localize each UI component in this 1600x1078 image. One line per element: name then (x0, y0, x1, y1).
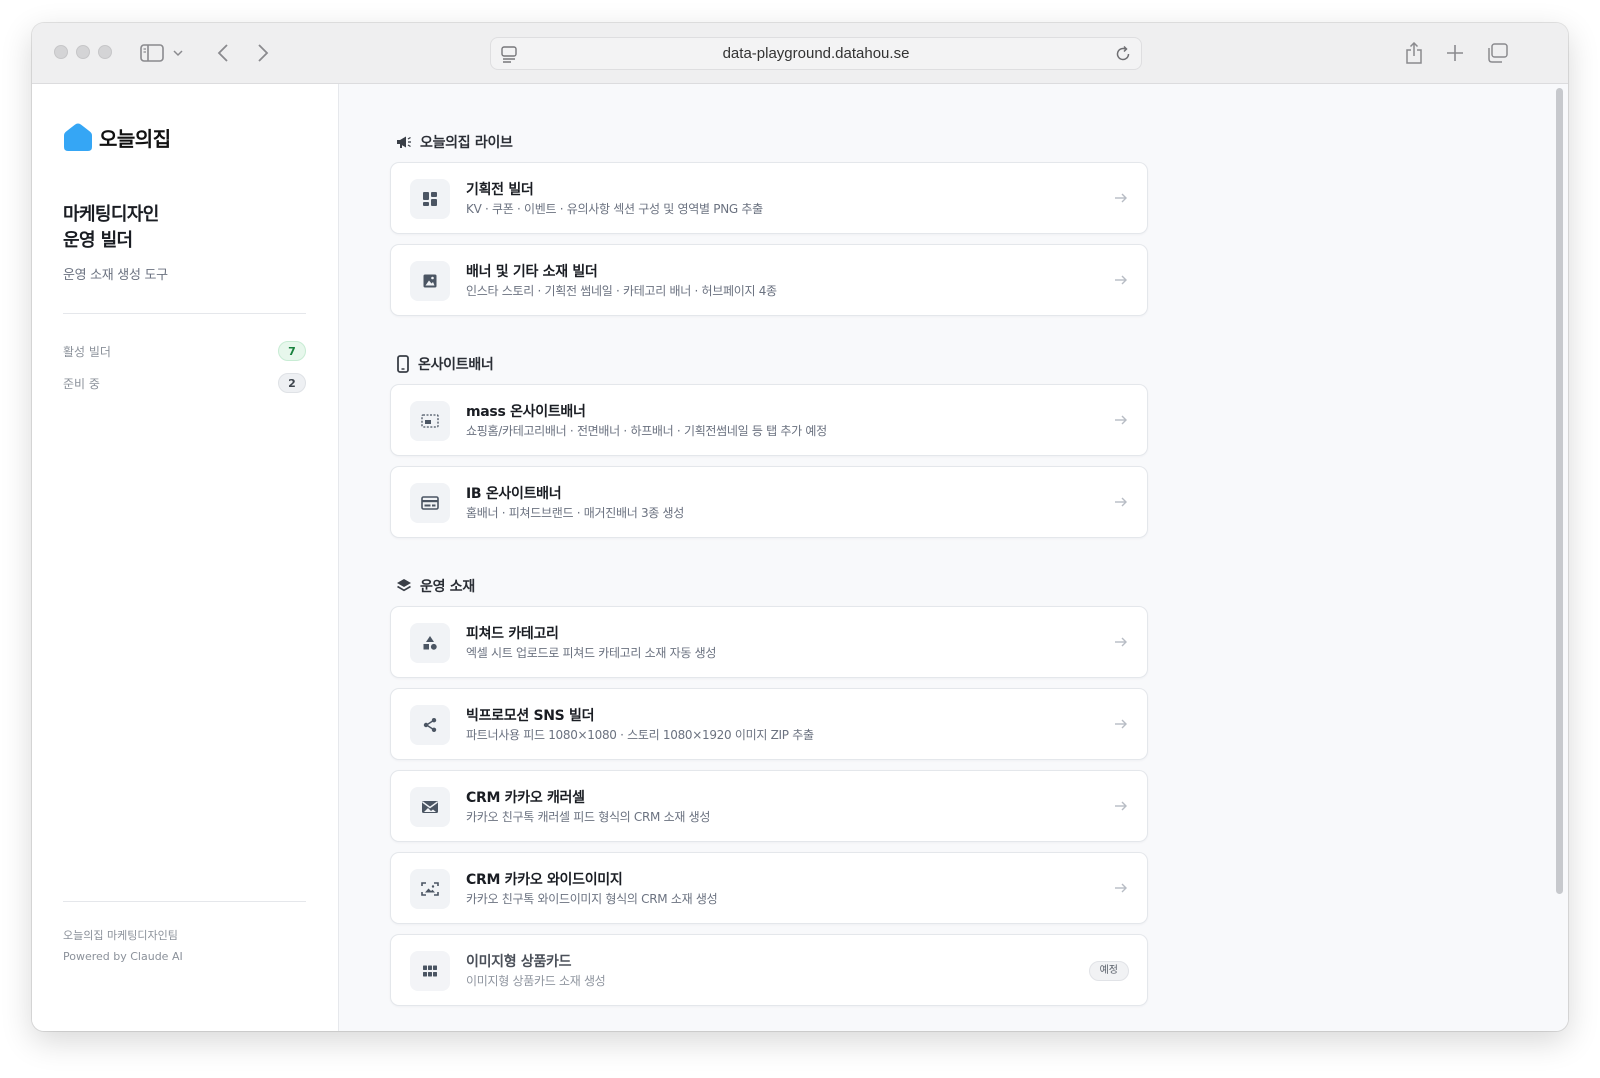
tab-overview-icon[interactable] (1481, 37, 1513, 69)
builder-card-crm-carousel[interactable]: CRM 카카오 캐러셀 카카오 친구톡 캐러셀 피드 형식의 CRM 소재 생성 (390, 770, 1148, 842)
wide-image-icon (410, 869, 450, 909)
arrow-right-icon (1115, 193, 1127, 203)
mail-image-icon (410, 787, 450, 827)
reload-icon[interactable] (1113, 44, 1133, 64)
arrow-right-icon (1115, 637, 1127, 647)
builder-card-banner[interactable]: 배너 및 기타 소재 빌더 인스타 스토리 · 기획전 썸네일 · 카테고리 배… (390, 244, 1148, 316)
arrow-right-icon (1115, 275, 1127, 285)
card-description: 엑셀 시트 업로드로 피쳐드 카테고리 소재 자동 생성 (466, 646, 717, 660)
forward-button[interactable] (247, 37, 279, 69)
title-line-2: 운영 빌더 (63, 230, 133, 251)
builder-card-exhibition[interactable]: 기획전 빌더 KV · 쿠폰 · 이벤트 · 유의사항 섹션 구성 및 영역별 … (390, 162, 1148, 234)
zoom-window-button[interactable] (98, 45, 112, 59)
card-title: CRM 카카오 캐러셀 (466, 790, 585, 806)
page-title: 마케팅디자인 운영 빌더 (63, 202, 159, 254)
minimize-window-button[interactable] (76, 45, 90, 59)
close-window-button[interactable] (54, 45, 68, 59)
shapes-icon (410, 623, 450, 663)
megaphone-icon (397, 136, 411, 148)
card-title: 이미지형 상품카드 (466, 954, 572, 970)
main-content: 오늘의집 라이브 기획전 빌더 KV · 쿠폰 · 이벤트 · 유의사항 섹션 … (339, 84, 1568, 1031)
card-title: 배너 및 기타 소재 빌더 (466, 264, 598, 280)
builder-card-featured-category[interactable]: 피쳐드 카테고리 엑셀 시트 업로드로 피쳐드 카테고리 소재 자동 생성 (390, 606, 1148, 678)
footer-powered-by: Powered by Claude AI (63, 950, 183, 963)
builder-card-ib-onsite[interactable]: IB 온사이트배너 홈배너 · 피쳐드브랜드 · 매거진배너 3종 생성 (390, 466, 1148, 538)
card-description: KV · 쿠폰 · 이벤트 · 유의사항 섹션 구성 및 영역별 PNG 추출 (466, 202, 763, 216)
logo-text: 오늘의집 (99, 126, 171, 151)
logo[interactable]: 오늘의집 (63, 122, 171, 152)
address-bar[interactable]: data-playground.datahou.se (490, 37, 1142, 70)
house-logo-icon (64, 123, 92, 151)
active-count-badge: 7 (278, 341, 306, 361)
footer-team: 오늘의집 마케팅디자인팀 (63, 929, 178, 942)
sidebar: 오늘의집 마케팅디자인 운영 빌더 운영 소재 생성 도구 활성 빌더 7 준비… (32, 84, 339, 1031)
section-title: 온사이트배너 (418, 357, 494, 373)
back-button[interactable] (207, 37, 239, 69)
builder-card-sns[interactable]: 빅프로모션 SNS 빌더 파트너사용 피드 1080×1080 · 스토리 10… (390, 688, 1148, 760)
share-icon (410, 705, 450, 745)
section-header-operations: 운영 소재 (396, 576, 475, 596)
stat-label: 준비 중 (63, 376, 100, 391)
url-text[interactable]: data-playground.datahou.se (491, 38, 1141, 69)
sidebar-footer-divider (63, 901, 306, 902)
arrow-right-icon (1115, 883, 1127, 893)
arrow-right-icon (1115, 415, 1127, 425)
card-description: 파트너사용 피드 1080×1080 · 스토리 1080×1920 이미지 Z… (466, 728, 814, 742)
sidebar-divider (63, 313, 306, 314)
sidebar-footer: 오늘의집 마케팅디자인팀 Powered by Claude AI (63, 925, 183, 967)
arrow-right-icon (1115, 801, 1127, 811)
builder-card-crm-wide[interactable]: CRM 카카오 와이드이미지 카카오 친구톡 와이드이미지 형식의 CRM 소재… (390, 852, 1148, 924)
card-description: 카카오 친구톡 와이드이미지 형식의 CRM 소재 생성 (466, 892, 718, 906)
builder-card-mass-onsite[interactable]: mass 온사이트배너 쇼핑홈/카테고리배너 · 전면배너 · 하프배너 · 기… (390, 384, 1148, 456)
sidebar-toggle-icon[interactable] (136, 37, 168, 69)
card-description: 카카오 친구톡 캐러셀 피드 형식의 CRM 소재 생성 (466, 810, 711, 824)
builder-card-product-card: 이미지형 상품카드 이미지형 상품카드 소재 생성 예정 (390, 934, 1148, 1006)
stat-active-builders: 활성 빌더 7 (63, 341, 306, 361)
scrollbar[interactable] (1556, 88, 1563, 894)
card-description: 인스타 스토리 · 기획전 썸네일 · 카테고리 배너 · 허브페이지 4종 (466, 284, 777, 298)
title-line-1: 마케팅디자인 (63, 204, 159, 225)
chevron-down-icon[interactable] (168, 37, 188, 69)
card-description: 홈배너 · 피쳐드브랜드 · 매거진배너 3종 생성 (466, 506, 685, 520)
grid-icon (410, 951, 450, 991)
browser-window: data-playground.datahou.se 오늘의집 마케팅디자인 운… (32, 23, 1568, 1031)
new-tab-icon[interactable] (1439, 37, 1471, 69)
card-title: CRM 카카오 와이드이미지 (466, 872, 623, 888)
card-title: mass 온사이트배너 (466, 404, 586, 420)
planned-badge: 예정 (1088, 961, 1129, 981)
card-title: 기획전 빌더 (466, 182, 534, 198)
image-icon (410, 261, 450, 301)
section-title: 오늘의집 라이브 (420, 135, 513, 151)
arrow-right-icon (1115, 719, 1127, 729)
section-header-onsite: 온사이트배너 (396, 354, 494, 374)
section-header-live: 오늘의집 라이브 (396, 132, 513, 152)
card-title: 피쳐드 카테고리 (466, 626, 559, 642)
banner-frame-icon (410, 401, 450, 441)
stat-preparing: 준비 중 2 (63, 373, 306, 393)
preparing-count-badge: 2 (278, 373, 306, 393)
browser-toolbar: data-playground.datahou.se (32, 23, 1568, 84)
card-title: 빅프로모션 SNS 빌더 (466, 708, 595, 724)
layers-icon (397, 579, 411, 592)
section-title: 운영 소재 (420, 579, 475, 595)
stat-label: 활성 빌더 (63, 344, 111, 359)
card-description: 쇼핑홈/카테고리배너 · 전면배너 · 하프배너 · 기획전썸네일 등 탭 추가… (466, 424, 827, 438)
share-button-icon[interactable] (1398, 37, 1430, 69)
card-description: 이미지형 상품카드 소재 생성 (466, 974, 606, 988)
card-title: IB 온사이트배너 (466, 486, 562, 502)
page-subtitle: 운영 소재 생성 도구 (63, 268, 168, 283)
mobile-icon (397, 355, 409, 373)
card-icon (410, 483, 450, 523)
dashboard-icon (410, 179, 450, 219)
arrow-right-icon (1115, 497, 1127, 507)
